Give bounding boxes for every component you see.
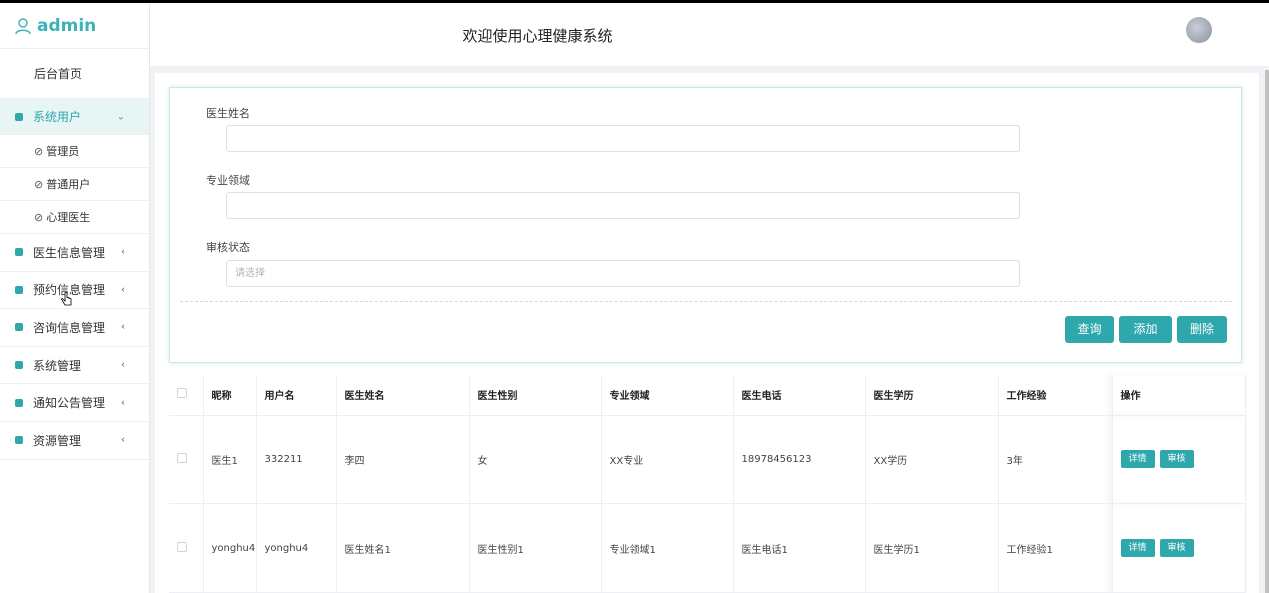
sidebar-item-label: 通知公告管理 — [33, 396, 106, 411]
checkbox[interactable] — [177, 388, 187, 399]
column-header: 操作 — [1111, 375, 1246, 416]
chevron-left-icon: ‹ — [121, 359, 125, 371]
column-header: 医生学历 — [865, 375, 999, 416]
sidebar-item-label: 医生信息管理 — [33, 245, 106, 260]
table-header-row: 昵称 用户名 医生姓名 医生性别 专业领域 医生电话 医生学历 工作经验 操作 — [169, 375, 1246, 416]
query-button[interactable]: 查询 — [1065, 316, 1114, 343]
cell-nickname: 医生1 — [203, 415, 257, 505]
sidebar-item-home[interactable]: 后台首页 — [0, 49, 149, 99]
cell-specialty: 专业领域1 — [601, 503, 734, 593]
column-header: 医生电话 — [733, 375, 866, 416]
cell-nickname: yonghu4 — [203, 503, 257, 593]
document-icon — [15, 398, 23, 407]
cell-experience: 3年 — [998, 415, 1113, 505]
document-icon — [15, 112, 23, 121]
sidebar-item-system-users[interactable]: 系统用户 ⌄ — [0, 99, 149, 135]
doctor-name-input[interactable] — [226, 125, 1020, 152]
sidebar-item-appointment-info[interactable]: 预约信息管理 ‹ — [0, 272, 149, 310]
scrollbar[interactable] — [1265, 70, 1269, 593]
column-header: 医生性别 — [469, 375, 602, 416]
document-icon — [15, 323, 23, 332]
field-label-doctor-name: 医生姓名 — [206, 107, 250, 120]
sidebar-subitem-users[interactable]: ⊘ 普通用户 — [0, 168, 149, 201]
search-form: 医生姓名 专业领域 审核状态 请选择 查询 添加 删除 — [169, 87, 1242, 363]
sidebar-subitem-label: 心理医生 — [46, 211, 91, 224]
user-icon — [15, 17, 31, 34]
top-header: 欢迎使用心理健康系统 — [150, 3, 1269, 67]
checkbox[interactable] — [177, 541, 187, 552]
chevron-down-icon: ⌄ — [116, 111, 125, 122]
table-row: yonghu4 yonghu4 医生姓名1 医生性别1 专业领域1 医生电话1 … — [169, 503, 1246, 593]
cell-doctor-name: 医生姓名1 — [336, 503, 470, 593]
specialty-input[interactable] — [226, 192, 1020, 219]
chevron-left-icon: ‹ — [121, 434, 125, 446]
document-icon — [15, 248, 23, 257]
sidebar-item-consult-info[interactable]: 咨询信息管理 ‹ — [0, 309, 149, 347]
check-circle-icon: ⊘ — [34, 144, 44, 158]
brand-name: admin — [37, 15, 97, 36]
cell-gender: 女 — [469, 415, 602, 505]
field-label-specialty: 专业领域 — [206, 174, 250, 187]
document-icon — [15, 285, 23, 294]
field-label-review-status: 审核状态 — [206, 241, 250, 254]
cell-username: 332211 — [256, 415, 337, 505]
row-checkbox-cell[interactable] — [169, 503, 204, 593]
cell-education: 医生学历1 — [865, 503, 999, 593]
review-button[interactable]: 审核 — [1159, 450, 1194, 469]
select-all-checkbox-cell[interactable] — [169, 375, 204, 416]
doctor-table: 昵称 用户名 医生姓名 医生性别 专业领域 医生电话 医生学历 工作经验 操作 … — [169, 375, 1246, 593]
sidebar-item-label: 咨询信息管理 — [33, 320, 106, 335]
cell-gender: 医生性别1 — [469, 503, 602, 593]
review-button[interactable]: 审核 — [1159, 539, 1194, 558]
table-row: 医生1 332211 李四 女 XX专业 18978456123 XX学历 3年… — [169, 415, 1246, 505]
cell-actions: 详情 审核 — [1111, 415, 1246, 505]
column-header: 用户名 — [256, 375, 337, 416]
column-header: 工作经验 — [998, 375, 1113, 416]
brand: admin — [0, 3, 149, 49]
checkbox[interactable] — [177, 452, 187, 463]
divider — [180, 301, 1232, 302]
sidebar: admin 后台首页 系统用户 ⌄ ⊘ 管理员 ⊘ 普通用户 ⊘ 心理医生 医生… — [0, 3, 150, 593]
column-header: 专业领域 — [601, 375, 734, 416]
cell-username: yonghu4 — [256, 503, 337, 593]
cell-doctor-name: 李四 — [336, 415, 470, 505]
sidebar-item-doctor-info[interactable]: 医生信息管理 ‹ — [0, 234, 149, 272]
cell-experience: 工作经验1 — [998, 503, 1113, 593]
document-icon — [15, 436, 23, 445]
sidebar-subitem-label: 普通用户 — [46, 178, 91, 191]
sidebar-subitem-doctors[interactable]: ⊘ 心理医生 — [0, 201, 149, 234]
document-icon — [15, 361, 23, 370]
chevron-left-icon: ‹ — [121, 284, 125, 296]
cell-education: XX学历 — [865, 415, 999, 505]
detail-button[interactable]: 详情 — [1120, 539, 1155, 558]
sidebar-item-label: 资源管理 — [33, 433, 82, 448]
delete-button[interactable]: 删除 — [1177, 316, 1227, 343]
cell-actions: 详情 审核 — [1111, 503, 1246, 593]
cell-phone: 医生电话1 — [733, 503, 866, 593]
column-header: 医生姓名 — [336, 375, 470, 416]
cell-phone: 18978456123 — [733, 415, 866, 505]
avatar[interactable] — [1186, 17, 1212, 43]
cell-specialty: XX专业 — [601, 415, 734, 505]
sidebar-item-label: 系统用户 — [33, 110, 82, 124]
column-header: 昵称 — [203, 375, 257, 416]
check-circle-icon: ⊘ — [34, 177, 44, 191]
main-content: 医生姓名 专业领域 审核状态 请选择 查询 添加 删除 昵称 用户名 医生姓名 … — [155, 73, 1259, 593]
check-circle-icon: ⊘ — [34, 210, 44, 224]
chevron-left-icon: ‹ — [121, 321, 125, 333]
sidebar-item-system-management[interactable]: 系统管理 ‹ — [0, 347, 149, 385]
sidebar-item-resource-management[interactable]: 资源管理 ‹ — [0, 422, 149, 460]
detail-button[interactable]: 详情 — [1120, 450, 1155, 469]
add-button[interactable]: 添加 — [1119, 316, 1172, 343]
sidebar-subitem-label: 管理员 — [46, 145, 80, 158]
chevron-left-icon: ‹ — [121, 246, 125, 258]
review-status-select[interactable]: 请选择 — [226, 260, 1020, 287]
hand-cursor-icon — [61, 292, 72, 306]
sidebar-item-notice-management[interactable]: 通知公告管理 ‹ — [0, 384, 149, 422]
row-checkbox-cell[interactable] — [169, 415, 204, 505]
chevron-left-icon: ‹ — [121, 397, 125, 409]
sidebar-item-label: 系统管理 — [33, 358, 82, 373]
page-title: 欢迎使用心理健康系统 — [462, 27, 613, 45]
sidebar-subitem-admin[interactable]: ⊘ 管理员 — [0, 135, 149, 168]
